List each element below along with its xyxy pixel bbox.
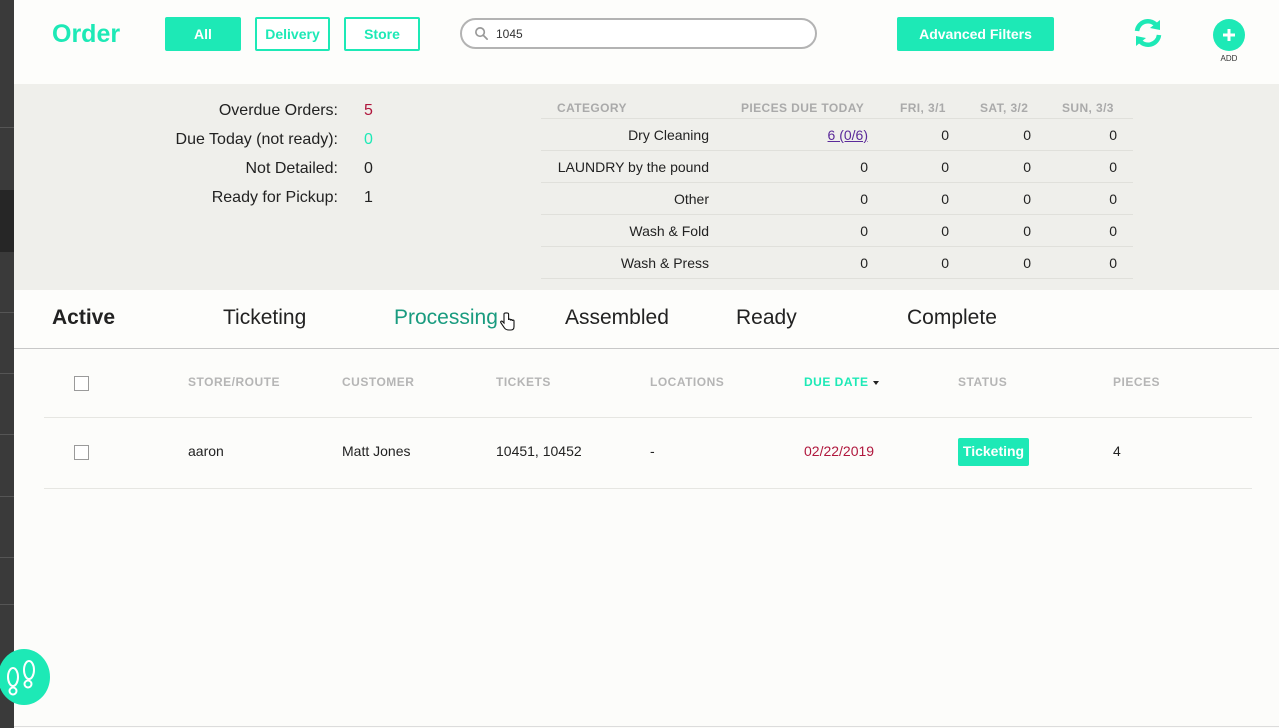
category-row: LAUNDRY by the pound 0 0 0 0 [541, 150, 1133, 182]
add-button[interactable] [1213, 19, 1245, 51]
stat-value-overdue: 5 [364, 102, 373, 119]
col-category: CATEGORY [557, 101, 627, 115]
header: Order All Delivery Store Advanced Filter… [14, 0, 1279, 84]
pieces-due-count: 0 [860, 159, 868, 175]
tab-active[interactable]: Active [52, 306, 115, 330]
page-title: Order [52, 20, 121, 48]
search-box[interactable] [460, 18, 817, 49]
fri-count: 0 [941, 255, 949, 271]
add-label: ADD [1220, 54, 1238, 63]
filter-store-button[interactable]: Store [344, 17, 420, 51]
filter-delivery-button[interactable]: Delivery [255, 17, 330, 51]
pieces-due-count: 0 [860, 191, 868, 207]
sat-count: 0 [1023, 127, 1031, 143]
pieces-due-count: 0 [860, 255, 868, 271]
category-table-header: CATEGORY PIECES DUE TODAY FRI, 3/1 SAT, … [541, 98, 1133, 118]
category-row: Wash & Fold 0 0 0 0 [541, 214, 1133, 246]
stat-value-ready-pickup: 1 [364, 189, 373, 206]
rail-active-block [0, 190, 14, 252]
sun-count: 0 [1109, 255, 1117, 271]
sat-count: 0 [1023, 191, 1031, 207]
col-pieces-due-today: PIECES DUE TODAY [741, 101, 865, 115]
search-input[interactable] [496, 25, 796, 43]
col-tickets[interactable]: TICKETS [496, 375, 551, 389]
category-row: Dry Cleaning 6 (0/6) 0 0 0 [541, 118, 1133, 150]
tab-complete[interactable]: Complete [907, 306, 997, 330]
due-date-cell: 02/22/2019 [804, 443, 875, 459]
stat-label-due-today: Due Today (not ready): [175, 131, 338, 148]
search-icon [475, 27, 488, 40]
category-row: Other 0 0 0 0 [541, 182, 1133, 214]
status-tabs: Active Ticketing Processing Assembled Re… [14, 290, 1279, 349]
pieces-cell: 4 [1113, 443, 1121, 459]
category-table: CATEGORY PIECES DUE TODAY FRI, 3/1 SAT, … [541, 98, 1133, 280]
pieces-due-link[interactable]: 6 (0/6) [828, 127, 868, 143]
table-row[interactable]: aaron Matt Jones 10451, 10452 - 02/22/20… [44, 418, 1252, 489]
category-row: Wash & Press 0 0 0 0 [541, 246, 1133, 278]
customer-cell: Matt Jones [342, 443, 411, 459]
col-locations[interactable]: LOCATIONS [650, 375, 724, 389]
tab-processing[interactable]: Processing [394, 306, 498, 330]
pieces-due-count: 0 [860, 223, 868, 239]
filter-all-button[interactable]: All [165, 17, 241, 51]
status-badge: Ticketing [958, 438, 1029, 466]
category-name: Dry Cleaning [628, 127, 709, 143]
sat-count: 0 [1023, 159, 1031, 175]
col-fri: FRI, 3/1 [900, 101, 946, 115]
plus-icon [1223, 29, 1235, 41]
tab-ticketing[interactable]: Ticketing [223, 306, 306, 330]
sun-count: 0 [1109, 159, 1117, 175]
summary-panel: Overdue Orders: 5 Due Today (not ready):… [14, 84, 1279, 290]
sort-caret-icon [873, 380, 880, 385]
col-due-date[interactable]: DUE DATE [804, 375, 880, 389]
orders-table-header: STORE/ROUTE CUSTOMER TICKETS LOCATIONS D… [44, 349, 1252, 418]
fri-count: 0 [941, 159, 949, 175]
col-customer[interactable]: CUSTOMER [342, 375, 414, 389]
bottom-divider [14, 726, 1279, 727]
fri-count: 0 [941, 127, 949, 143]
category-name: Wash & Fold [629, 223, 709, 239]
select-all-checkbox[interactable] [74, 376, 89, 391]
fri-count: 0 [941, 223, 949, 239]
tickets-cell: 10451, 10452 [496, 443, 582, 459]
advanced-filters-button[interactable]: Advanced Filters [897, 17, 1054, 51]
tab-assembled[interactable]: Assembled [565, 306, 669, 330]
store-route-cell: aaron [188, 443, 224, 459]
help-bubble-button[interactable] [0, 649, 50, 705]
locations-cell: - [650, 443, 655, 459]
category-name: Wash & Press [620, 255, 709, 271]
col-pieces[interactable]: PIECES [1113, 375, 1160, 389]
sun-count: 0 [1109, 223, 1117, 239]
left-rail [0, 0, 14, 728]
sun-count: 0 [1109, 127, 1117, 143]
sun-count: 0 [1109, 191, 1117, 207]
refresh-icon[interactable] [1132, 17, 1164, 49]
row-checkbox[interactable] [74, 445, 89, 460]
category-name: Other [673, 191, 709, 207]
stat-value-due-today: 0 [364, 131, 373, 148]
stat-label-overdue: Overdue Orders: [218, 102, 338, 119]
fri-count: 0 [941, 191, 949, 207]
col-sat: SAT, 3/2 [980, 101, 1029, 115]
footsteps-icon [7, 660, 35, 696]
category-table-end [541, 278, 1133, 280]
sat-count: 0 [1023, 255, 1031, 271]
stat-label-not-detailed: Not Detailed: [245, 160, 339, 177]
sat-count: 0 [1023, 223, 1031, 239]
stat-label-ready-pickup: Ready for Pickup: [211, 189, 338, 206]
col-sun: SUN, 3/3 [1062, 101, 1114, 115]
category-name: LAUNDRY by the pound [557, 159, 709, 175]
col-status[interactable]: STATUS [958, 375, 1007, 389]
col-store-route[interactable]: STORE/ROUTE [188, 375, 280, 389]
col-due-date-label: DUE DATE [804, 375, 869, 389]
pointer-cursor-icon [500, 312, 515, 331]
stat-value-not-detailed: 0 [364, 160, 373, 177]
tab-ready[interactable]: Ready [736, 306, 797, 330]
